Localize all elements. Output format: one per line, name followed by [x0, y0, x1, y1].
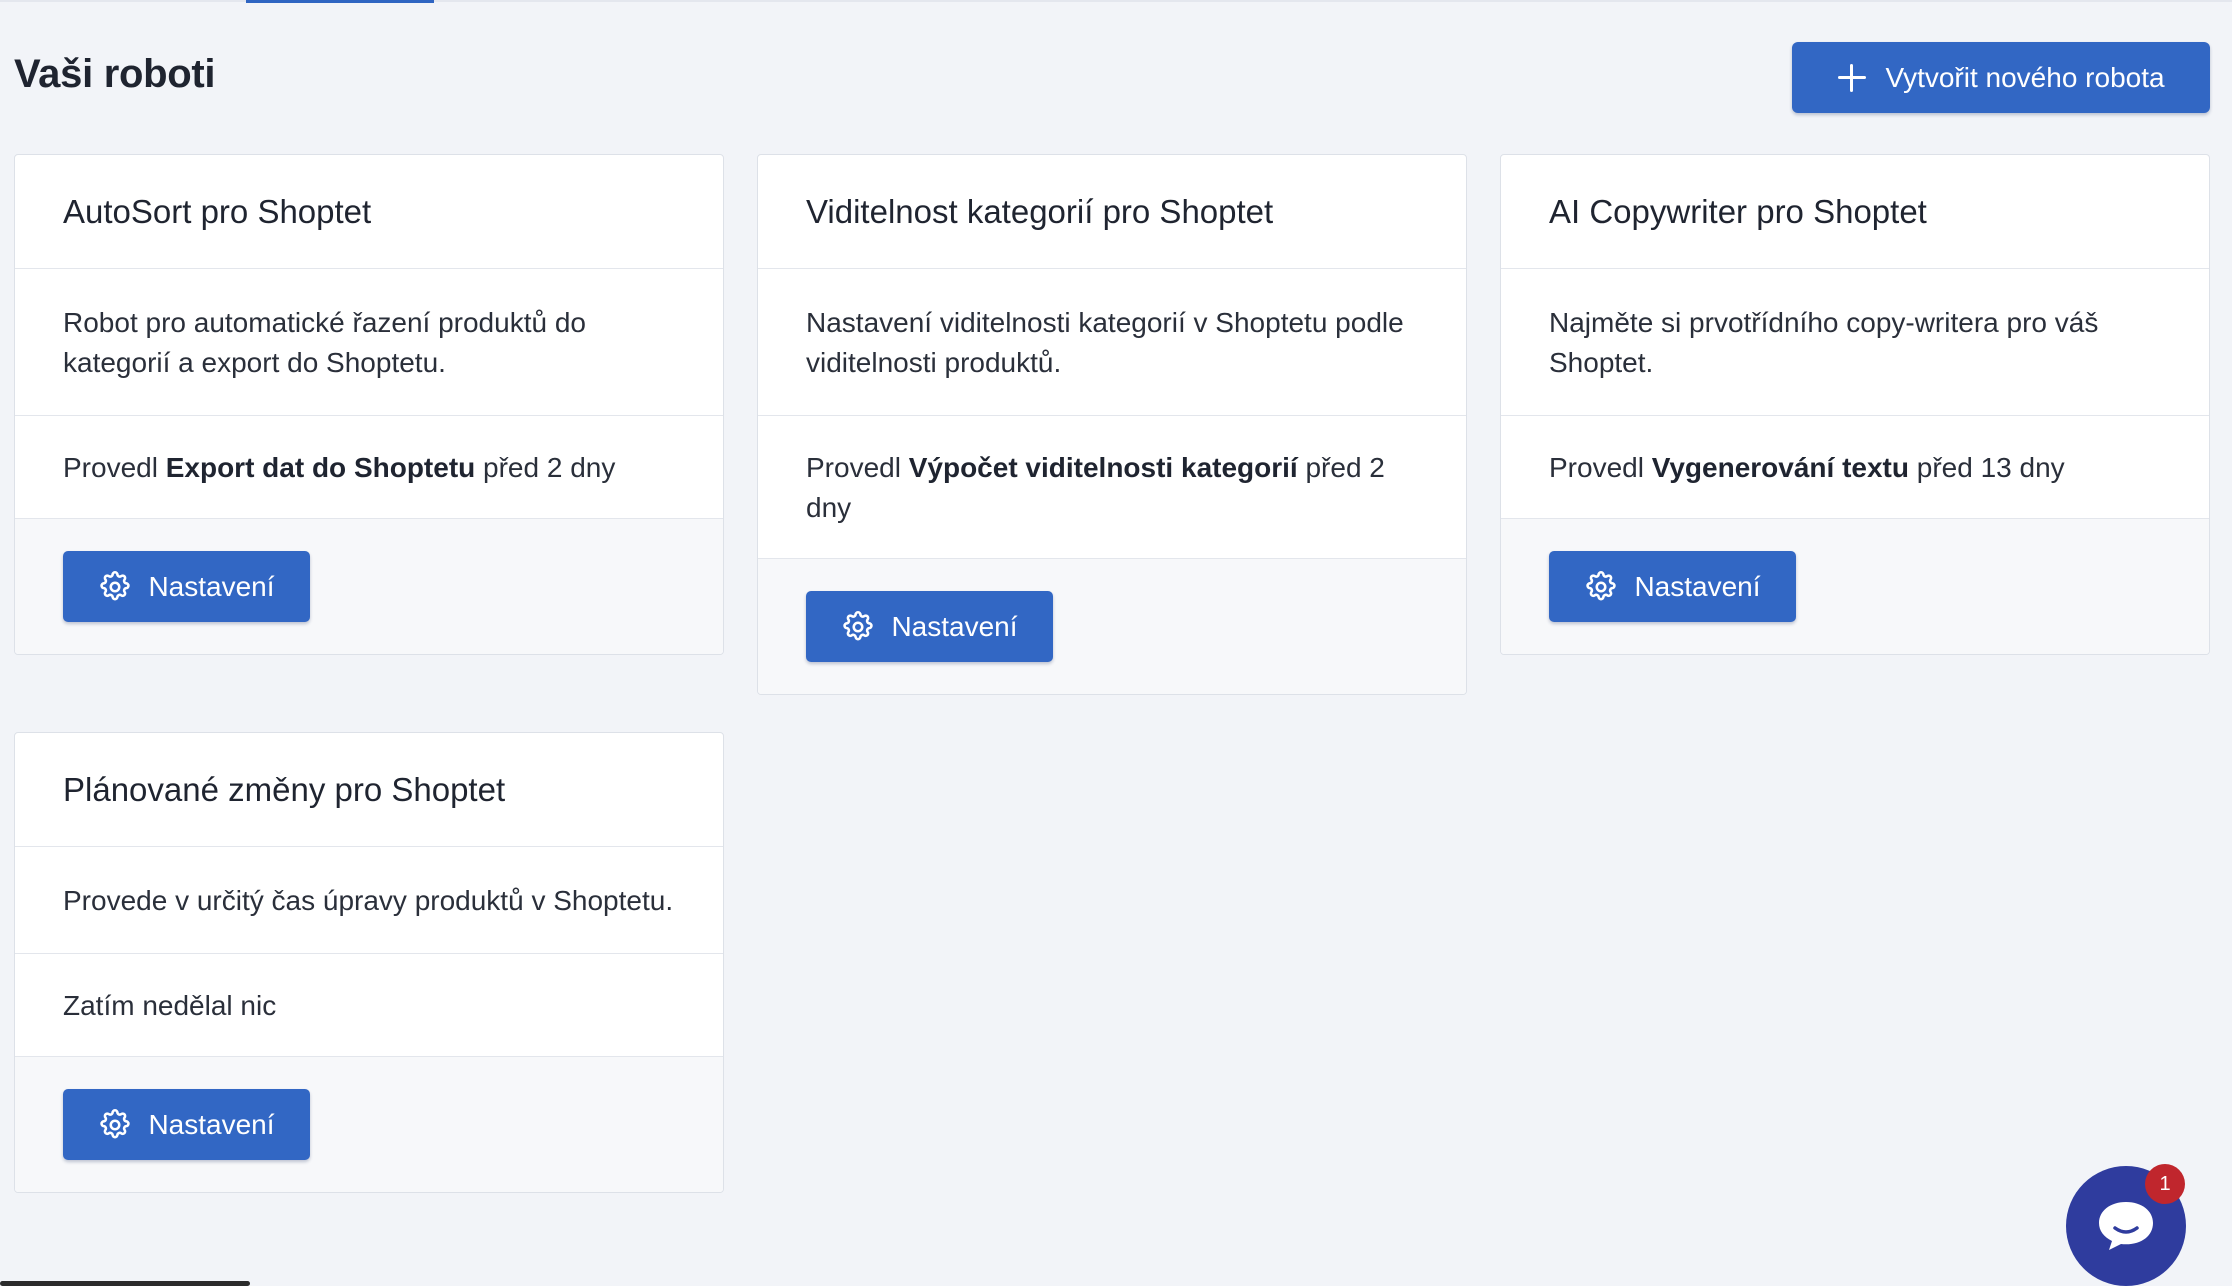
activity-suffix: před 13 dny [1916, 452, 2065, 483]
activity-action: Export dat do Shoptetu [165, 452, 476, 483]
robot-card-activity: Provedl Výpočet viditelnosti kategorií p… [758, 416, 1466, 559]
gear-icon [1586, 570, 1617, 600]
active-tab-indicator [246, 0, 434, 3]
activity-action: Vygenerování textu [1651, 452, 1909, 483]
robot-card-footer: Nastavení [15, 1057, 723, 1192]
plus-icon [1837, 63, 1867, 93]
robot-card-title: Plánované změny pro Shoptet [15, 733, 723, 847]
gear-icon [100, 570, 131, 600]
activity-suffix: před 2 dny [483, 452, 616, 483]
robot-card-planned-changes: Plánované změny pro Shoptet Provede v ur… [14, 732, 724, 1193]
robot-card-activity: Provedl Export dat do Shoptetu před 2 dn… [15, 416, 723, 519]
robot-card-title: AI Copywriter pro Shoptet [1501, 155, 2209, 269]
activity-prefix: Provedl [63, 452, 158, 483]
robot-card-description: Robot pro automatické řazení produktů do… [15, 269, 723, 416]
settings-label: Nastavení [148, 1108, 275, 1140]
create-robot-button[interactable]: Vytvořit nového robota [1792, 42, 2210, 113]
robot-card-description: Provede v určitý čas úpravy produktů v S… [15, 847, 723, 954]
horizontal-scrollbar[interactable] [0, 1281, 250, 1286]
create-robot-label: Vytvořit nového robota [1885, 61, 2165, 93]
settings-button[interactable]: Nastavení [806, 591, 1053, 662]
robot-card-activity: Zatím nedělal nic [15, 954, 723, 1057]
robot-card-footer: Nastavení [758, 559, 1466, 694]
settings-label: Nastavení [891, 610, 1018, 642]
robot-card-visibility: Viditelnost kategorií pro Shoptet Nastav… [757, 154, 1467, 695]
settings-button[interactable]: Nastavení [63, 551, 310, 622]
robot-card-footer: Nastavení [15, 519, 723, 654]
page-title: Vaši roboti [14, 52, 216, 96]
activity-prefix: Provedl [1549, 452, 1644, 483]
gear-icon [843, 610, 874, 640]
robot-card-footer: Nastavení [1501, 519, 2209, 654]
settings-label: Nastavení [1634, 570, 1761, 602]
robot-card-description: Nastavení viditelnosti kategorií v Shopt… [758, 269, 1466, 416]
robot-card-autosort: AutoSort pro Shoptet Robot pro automatic… [14, 154, 724, 655]
activity-action: Výpočet viditelnosti kategorií [908, 452, 1298, 483]
chat-bubble-icon [2099, 1202, 2153, 1250]
gear-icon [100, 1108, 131, 1138]
settings-button[interactable]: Nastavení [63, 1089, 310, 1160]
robot-card-title: AutoSort pro Shoptet [15, 155, 723, 269]
robot-card-activity: Provedl Vygenerování textu před 13 dny [1501, 416, 2209, 519]
robot-card-description: Najměte si prvotřídního copy-writera pro… [1501, 269, 2209, 416]
settings-label: Nastavení [148, 570, 275, 602]
settings-button[interactable]: Nastavení [1549, 551, 1796, 622]
activity-prefix: Provedl [806, 452, 901, 483]
chat-notification-badge: 1 [2145, 1164, 2185, 1204]
robot-card-title: Viditelnost kategorií pro Shoptet [758, 155, 1466, 269]
robot-card-ai-copywriter: AI Copywriter pro Shoptet Najměte si prv… [1500, 154, 2210, 655]
